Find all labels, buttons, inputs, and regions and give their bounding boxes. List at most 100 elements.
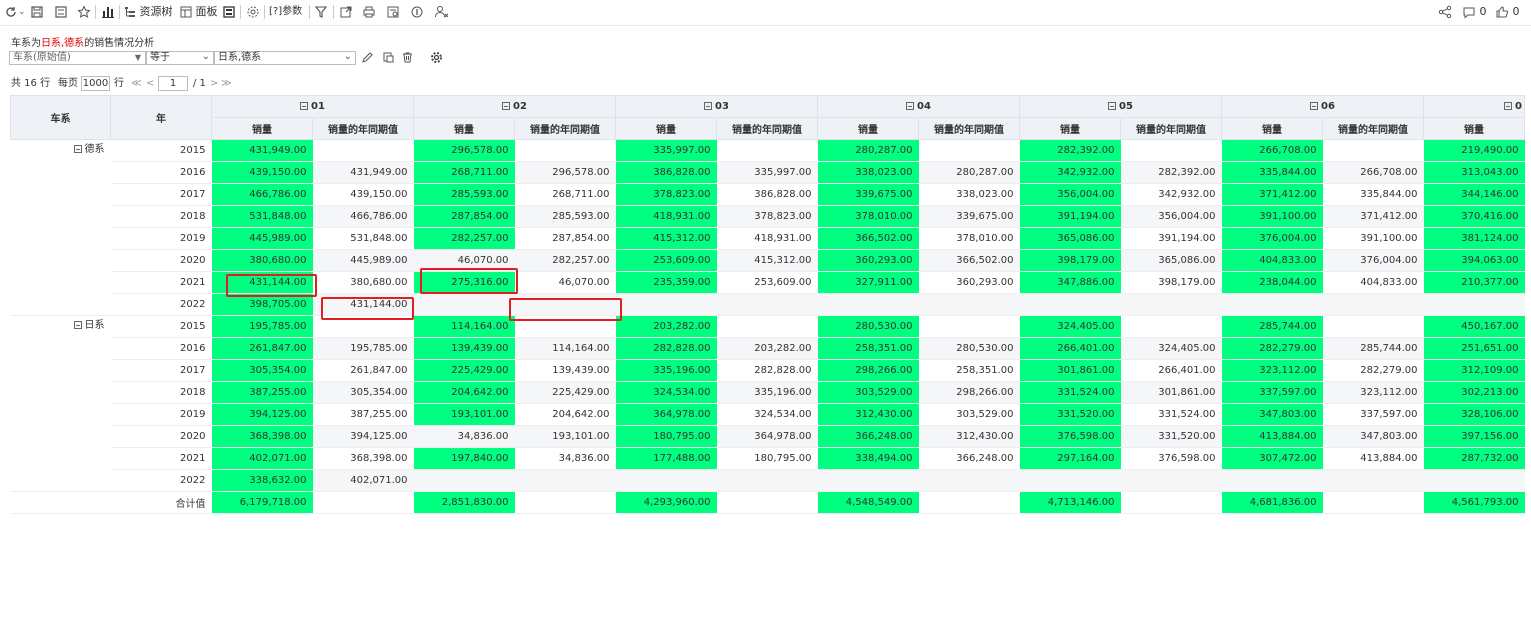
collapse-icon[interactable] (906, 102, 915, 110)
series-group-cell[interactable]: 德系 (10, 139, 111, 316)
prev-page-button[interactable]: < (146, 77, 154, 91)
sales-cell (817, 469, 919, 492)
yoy-cell: 445,989.00 (312, 249, 414, 272)
like-button[interactable]: 0 (1495, 3, 1520, 21)
sales-cell: 391,194.00 (1019, 205, 1121, 228)
yoy-cell: 360,293.00 (918, 271, 1020, 294)
yoy-cell: 386,828.00 (716, 183, 818, 206)
collapse-icon[interactable] (300, 102, 309, 110)
share-icon[interactable] (1438, 3, 1452, 21)
measure-header-sales: 销量 (413, 117, 515, 140)
sales-cell: 204,642.00 (413, 381, 515, 404)
comment-button[interactable]: 0 (1462, 3, 1487, 21)
total-cell (918, 491, 1020, 514)
page-input[interactable]: 1 (158, 76, 188, 91)
save-icon[interactable] (30, 3, 44, 21)
sales-cell: 376,004.00 (1221, 227, 1323, 250)
series-group-cell[interactable]: 日系 (10, 315, 111, 492)
print-icon[interactable] (362, 3, 376, 21)
yoy-cell: 378,823.00 (716, 205, 818, 228)
sales-cell: 337,597.00 (1221, 381, 1323, 404)
sales-cell: 339,675.00 (817, 183, 919, 206)
divider (95, 5, 96, 19)
year-cell: 2016 (110, 161, 212, 184)
delete-icon[interactable] (401, 51, 414, 67)
yoy-cell: 378,010.00 (918, 227, 1020, 250)
total-cell (1120, 491, 1222, 514)
collapse-icon[interactable] (73, 145, 82, 153)
export-icon[interactable] (339, 3, 353, 21)
sales-cell: 335,844.00 (1221, 161, 1323, 184)
yoy-cell: 266,708.00 (1322, 161, 1424, 184)
sales-cell: 338,023.00 (817, 161, 919, 184)
resource-tree-button[interactable]: 资源树 (124, 3, 173, 21)
sales-cell: 368,398.00 (211, 425, 313, 448)
collapse-icon[interactable] (1310, 102, 1319, 110)
table-row: 2019 445,989.00 531,848.00 282,257.00 287,85… (11, 227, 1525, 250)
star-icon[interactable] (77, 3, 91, 21)
first-page-button[interactable]: ≪ (131, 77, 141, 91)
params-button[interactable]: [?]参数 (269, 3, 302, 21)
yoy-cell: 34,836.00 (514, 447, 616, 470)
yoy-cell: 258,351.00 (918, 359, 1020, 382)
filter-operator-value: 等于 (150, 52, 170, 63)
sales-cell: 394,063.00 (1423, 249, 1525, 272)
month-header[interactable]: 0 (1423, 95, 1525, 118)
report-icon[interactable] (386, 3, 400, 21)
measure-header-yoy: 销量的年同期值 (918, 117, 1020, 140)
month-header[interactable]: 06 (1221, 95, 1424, 118)
collapse-icon[interactable] (704, 102, 713, 110)
filter-field-select[interactable]: 车系(原始值) ▼ (9, 51, 146, 65)
users-icon[interactable] (434, 3, 450, 21)
collapse-icon[interactable] (502, 102, 511, 110)
save-as-icon[interactable] (54, 3, 68, 21)
layout-icon[interactable] (222, 3, 236, 21)
last-page-button[interactable]: ≫ (221, 77, 231, 91)
info-icon[interactable] (410, 3, 424, 21)
year-cell: 2020 (110, 249, 212, 272)
month-header[interactable]: 01 (211, 95, 414, 118)
measure-header-yoy: 销量的年同期值 (1120, 117, 1222, 140)
filter-value-select[interactable]: 日系,德系 ⌄ (214, 51, 356, 65)
sales-cell (1019, 293, 1121, 316)
refresh-icon[interactable] (4, 3, 18, 21)
yoy-cell: 404,833.00 (1322, 271, 1424, 294)
next-page-button[interactable]: > (210, 77, 218, 91)
bar-chart-icon[interactable] (101, 3, 115, 21)
total-label: 合计值 (10, 491, 212, 514)
month-header[interactable]: 03 (615, 95, 818, 118)
copy-icon[interactable] (382, 51, 395, 67)
month-header[interactable]: 02 (413, 95, 616, 118)
yoy-cell (918, 469, 1020, 492)
total-cell: 2,851,830.00 (413, 491, 515, 514)
collapse-icon[interactable] (1504, 102, 1513, 110)
filter-icon[interactable] (314, 3, 328, 21)
collapse-icon[interactable] (1108, 102, 1117, 110)
yoy-cell: 366,502.00 (918, 249, 1020, 272)
sales-cell: 219,490.00 (1423, 139, 1525, 162)
sales-cell: 285,744.00 (1221, 315, 1323, 338)
sales-cell: 328,106.00 (1423, 403, 1525, 426)
sales-cell: 366,248.00 (817, 425, 919, 448)
chevron-down-icon[interactable]: ⌄ (18, 3, 26, 21)
settings-icon[interactable] (246, 3, 260, 21)
per-page-label: 每页 (58, 78, 78, 89)
gear-icon[interactable] (430, 51, 443, 67)
month-header[interactable]: 04 (817, 95, 1020, 118)
sales-cell: 394,125.00 (211, 403, 313, 426)
sales-cell: 266,401.00 (1019, 337, 1121, 360)
year-cell: 2019 (110, 227, 212, 250)
sales-cell: 258,351.00 (817, 337, 919, 360)
collapse-icon[interactable] (73, 321, 82, 329)
table-row: 2021 402,071.00 368,398.00 197,840.00 34,836… (11, 447, 1525, 470)
month-header[interactable]: 05 (1019, 95, 1222, 118)
edit-icon[interactable] (361, 51, 374, 67)
sales-cell: 370,416.00 (1423, 205, 1525, 228)
like-count: 0 (1512, 5, 1520, 18)
panel-button[interactable]: 面板 (180, 3, 218, 21)
per-page-input[interactable]: 1000 (81, 76, 110, 91)
yoy-cell: 331,520.00 (1120, 425, 1222, 448)
year-cell: 2018 (110, 381, 212, 404)
sales-cell: 450,167.00 (1423, 315, 1525, 338)
filter-operator-select[interactable]: 等于 ⌄ (146, 51, 214, 65)
